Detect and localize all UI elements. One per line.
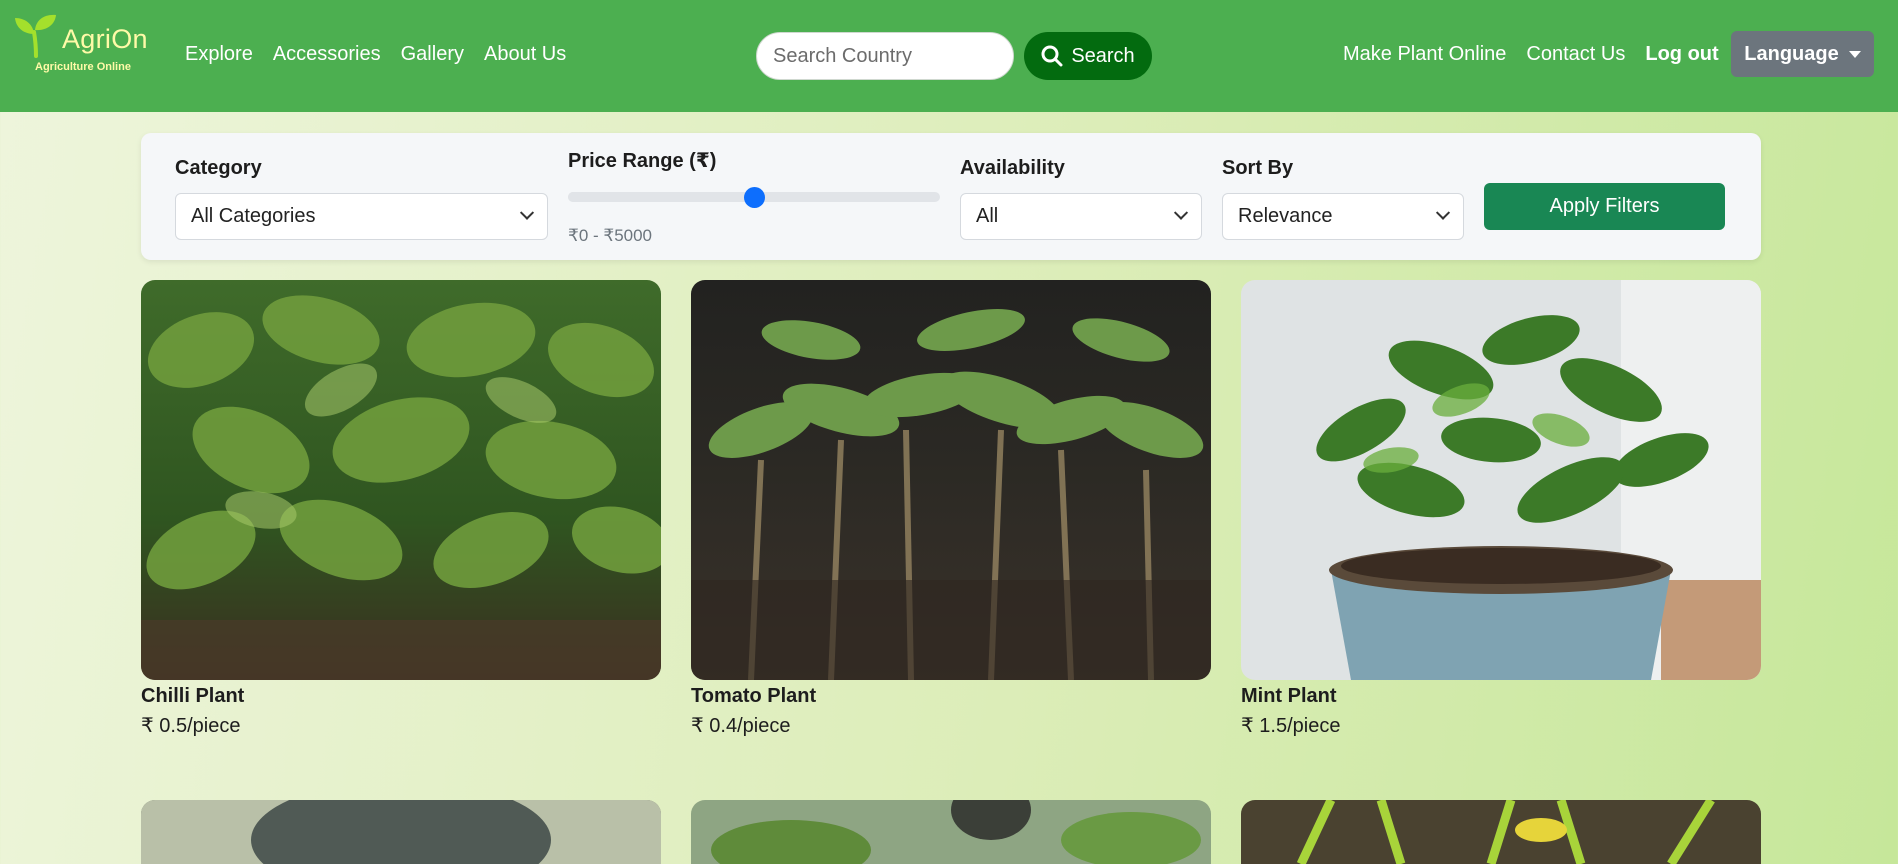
search-input[interactable] [756, 32, 1014, 80]
sort-value: Relevance [1238, 205, 1333, 227]
product-image[interactable] [1241, 280, 1761, 680]
search-icon [1041, 45, 1063, 67]
price-range-label: Price Range (₹) [568, 150, 717, 172]
chevron-down-icon [1173, 205, 1189, 220]
search-button-label: Search [1071, 44, 1135, 67]
availability-value: All [976, 205, 999, 227]
sort-select[interactable]: Relevance [1222, 193, 1464, 240]
brand-name: AgriOn [62, 24, 148, 54]
secondary-nav: Make Plant Online Contact Us Log out [1343, 43, 1719, 66]
product-name[interactable]: Chilli Plant [141, 685, 244, 708]
brand-logo[interactable]: AgriOn Agriculture Online [14, 14, 154, 76]
product-price: ₹ 0.5/piece [141, 715, 241, 737]
product-price: ₹ 0.4/piece [691, 715, 791, 737]
logout-link[interactable]: Log out [1645, 43, 1718, 66]
category-select[interactable]: All Categories [175, 193, 548, 240]
language-label: Language [1744, 42, 1839, 65]
apply-filters-button[interactable]: Apply Filters [1484, 183, 1725, 230]
product-image[interactable] [141, 800, 661, 864]
chevron-down-icon [1435, 205, 1451, 220]
product-name[interactable]: Tomato Plant [691, 685, 816, 708]
product-image[interactable] [1241, 800, 1761, 864]
language-dropdown[interactable]: Language [1731, 31, 1874, 77]
product-name[interactable]: Mint Plant [1241, 685, 1337, 708]
nav-about-link[interactable]: About Us [484, 43, 566, 66]
sort-label: Sort By [1222, 157, 1294, 179]
product-price: ₹ 1.5/piece [1241, 715, 1341, 737]
search-form: Search [756, 32, 1152, 80]
product-image[interactable] [141, 280, 661, 680]
caret-down-icon [1848, 50, 1861, 58]
main-nav: Explore Accessories Gallery About Us [185, 43, 566, 66]
availability-select[interactable]: All [960, 193, 1202, 240]
product-image[interactable] [691, 280, 1211, 680]
price-range-handle[interactable] [744, 187, 765, 208]
filter-bar: Category All Categories Price Range (₹) … [141, 133, 1761, 260]
availability-label: Availability [960, 157, 1065, 179]
nav-explore-link[interactable]: Explore [185, 43, 253, 66]
chevron-down-icon [519, 205, 535, 220]
price-range-fill [568, 192, 754, 202]
nav-make-plant-link[interactable]: Make Plant Online [1343, 43, 1506, 66]
category-label: Category [175, 157, 262, 179]
product-image[interactable] [691, 800, 1211, 864]
sprout-icon [15, 14, 56, 58]
category-value: All Categories [191, 205, 316, 227]
price-range-text: ₹0 - ₹5000 [568, 226, 653, 245]
search-button[interactable]: Search [1024, 32, 1152, 80]
nav-contact-link[interactable]: Contact Us [1526, 43, 1625, 66]
navbar: AgriOn Agriculture Online Explore Access… [0, 0, 1898, 112]
nav-accessories-link[interactable]: Accessories [273, 43, 381, 66]
nav-gallery-link[interactable]: Gallery [401, 43, 464, 66]
brand-tagline: Agriculture Online [35, 61, 131, 73]
